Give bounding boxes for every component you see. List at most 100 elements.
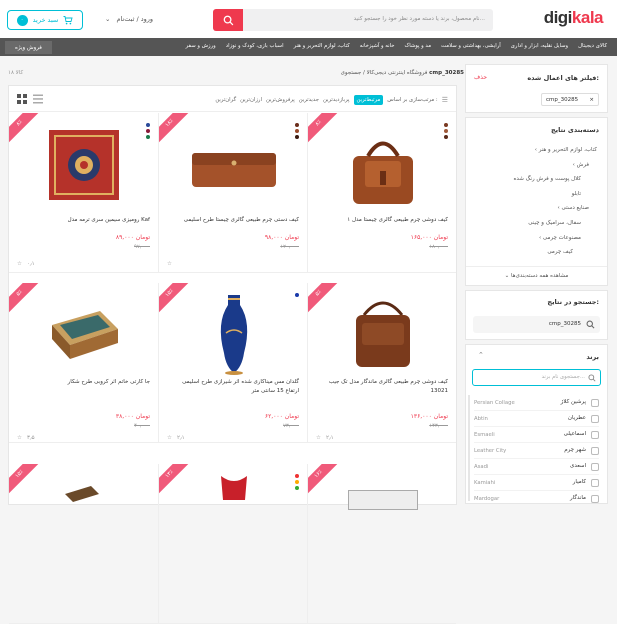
product-image-leather-bag[interactable] [343, 131, 423, 211]
nav-item[interactable]: ورزش و سفر [186, 43, 216, 49]
discount-badge: ۱۵٪ [9, 464, 43, 498]
close-icon[interactable]: × [589, 97, 594, 103]
product-image-tablecloth[interactable] [47, 128, 121, 202]
product-card[interactable]: ۸٪ کیف دوشی چرم طبیعی گالری چیستا مدل ۱ … [307, 113, 456, 273]
product-image-wallet[interactable] [184, 143, 284, 198]
category-item-label: کیف چرمی [547, 249, 573, 256]
category-item[interactable]: ‹ فرش [513, 158, 589, 173]
category-item[interactable]: ‹ کتاب، لوازم التحریر و هنر [513, 143, 597, 158]
category-item[interactable]: ‹ صنایع دستی [513, 201, 589, 216]
search-input[interactable]: نام محصول، برند یا دسته مورد نظر خود را … [354, 16, 485, 22]
brand-scrollbar[interactable] [468, 395, 470, 501]
sort-option-cheapest[interactable]: ارزان‌ترین [240, 97, 262, 103]
star-icon: ☆ [167, 261, 172, 267]
show-all-categories[interactable]: ⌄ مشاهده همه دسته‌بندی‌ها [466, 266, 607, 285]
breadcrumb-store[interactable]: فروشگاه اینترنتی دیجی‌کالا [367, 70, 428, 76]
product-title[interactable]: کیف دستی چرم طبیعی گالری چیستا طرح اسلیم… [167, 216, 299, 225]
category-item[interactable]: کیف چرمی [513, 245, 573, 260]
product-title[interactable]: کیف دوشی چرم طبیعی گالری ماندگار مدل تک … [316, 378, 448, 396]
search-icon [588, 374, 596, 382]
product-title[interactable]: رومیزی سیمین سری ترمه مدل Kaf [17, 216, 150, 225]
grid-view-icon[interactable] [17, 94, 27, 104]
sort-option-most-expensive[interactable]: گران‌ترین [215, 97, 236, 103]
brand-option[interactable]: Persian Collage پرشین کلاژ [474, 395, 599, 411]
sort-option-newest[interactable]: جدیدترین [299, 97, 319, 103]
nav-item[interactable]: اسباب بازی، کودک و نوزاد [226, 43, 284, 49]
brand-en: Persian Collage [474, 399, 515, 406]
category-item[interactable]: ‹ مصنوعات چرمی [513, 231, 581, 246]
product-price: ۱۳۶,۰۰۰ تومان [410, 413, 448, 420]
breadcrumb: فروشگاه اینترنتی دیجی‌کالا / جستجوی cmp_… [341, 70, 464, 76]
product-card[interactable]: ۵٪ کیف دوشی چرم طبیعی گالری ماندگار مدل … [307, 283, 456, 443]
product-image-vase[interactable] [214, 293, 254, 375]
login-link[interactable]: ⌄ ورود / ثبت‌نام [105, 15, 153, 23]
product-footer: ☆ ۲٫۱ [316, 435, 334, 441]
search-button[interactable] [213, 9, 243, 31]
product-card[interactable]: ۱۵٪ گلدان مس میناکاری شده اثر شیرازی طرح… [158, 283, 307, 443]
special-sale-button[interactable]: فروش ویژه [5, 41, 52, 54]
category-item[interactable]: تابلو [513, 187, 581, 202]
nav-item[interactable]: مد و پوشاک [404, 43, 431, 49]
list-view-icon[interactable] [33, 94, 43, 104]
product-card[interactable]: ۱۵٪ [9, 464, 158, 624]
product-card[interactable]: ۱۶٪ [307, 464, 456, 624]
product-image[interactable] [348, 490, 418, 510]
remove-filters-link[interactable]: حذف [474, 74, 487, 81]
brand-checkbox[interactable] [591, 398, 599, 407]
filter-chip[interactable]: cmp_30285 × [541, 93, 599, 106]
category-item-label: صنایع دستی [561, 205, 589, 212]
product-image[interactable] [61, 484, 101, 502]
sort-option-most-viewed[interactable]: پربازدیدترین [323, 97, 350, 103]
category-item-label: مصنوعات چرمی [542, 234, 581, 241]
nav-item[interactable]: خانه و آشپزخانه [360, 43, 395, 49]
brand-option[interactable]: Leather City شهر چرم [474, 443, 599, 459]
brand-search-input[interactable]: جستجوی نام برند... [472, 369, 601, 386]
discount-badge: ۵٪ [308, 283, 342, 317]
brand-en: Asadi [474, 463, 489, 470]
category-item-label: فرش [576, 161, 589, 168]
nav-item[interactable]: کالای دیجیتال [578, 43, 607, 49]
brand-option[interactable]: Asadi اسعدی [474, 459, 599, 475]
brand-checkbox[interactable] [591, 414, 599, 423]
brand-checkbox[interactable] [591, 462, 599, 471]
sort-option-relevant[interactable]: مرتبط‌ترین [353, 95, 384, 105]
category-item[interactable]: سفال، سرامیک و چینی [513, 216, 581, 231]
discount-badge: ۸٪ [308, 113, 342, 147]
brand-checkbox[interactable] [591, 495, 599, 503]
product-image-card-holder[interactable] [44, 303, 124, 365]
brand-en: Kamiahi [474, 479, 496, 486]
product-card[interactable]: ۱۴٪ [158, 464, 307, 624]
product-price: ۸۹,۰۰۰ تومان [115, 234, 150, 241]
cart-button[interactable]: ۰ سبد خرید [7, 10, 83, 30]
product-title[interactable]: کیف دوشی چرم طبیعی گالری چیستا مدل ۱ [316, 216, 448, 225]
product-title[interactable]: جا کارتی خاتم اثر کروبی طرح شکار [17, 378, 150, 387]
category-item[interactable]: کلال پوست و فرش رنگ شده [513, 172, 581, 187]
star-icon: ☆ [316, 435, 321, 441]
color-swatch [146, 123, 150, 127]
brand-checkbox[interactable] [591, 478, 599, 487]
product-image[interactable] [217, 472, 251, 502]
brand-filter-box: برند ⌃ جستجوی نام برند... Persian Collag… [465, 344, 608, 504]
search-in-results-input[interactable]: cmp_30285 [473, 316, 600, 333]
product-old-price: ۷۳,۰۰۰ [283, 423, 299, 429]
brand-option[interactable]: Esmaeli اسماعیلی [474, 427, 599, 443]
breadcrumb-query-label: جستجوی [340, 70, 362, 76]
product-title[interactable]: گلدان مس میناکاری شده اثر شیرازی طرح اسل… [167, 378, 299, 396]
product-card[interactable]: ۸٪ رومیزی سیمین سری ترمه مدل Kaf ۸۹,۰۰۰ … [9, 113, 158, 273]
product-image-shoulder-bag[interactable] [346, 295, 420, 373]
nav-item[interactable]: کتاب، لوازم التحریر و هنر [294, 43, 350, 49]
chevron-up-icon[interactable]: ⌃ [478, 351, 484, 359]
brand-option[interactable]: Abtin عطریان [474, 411, 599, 427]
brand-checkbox[interactable] [591, 446, 599, 455]
color-swatch [295, 486, 299, 490]
product-card[interactable]: ۱۸٪ کیف دستی چرم طبیعی گالری چیستا طرح ا… [158, 113, 307, 273]
nav-item[interactable]: آرایشی، بهداشتی و سلامت [441, 43, 501, 49]
product-card[interactable]: ۵٪ جا کارتی خاتم اثر کروبی طرح شکار ۳۸,۰… [9, 283, 158, 443]
sort-option-best-selling[interactable]: پرفروش‌ترین [266, 97, 295, 103]
nav-item[interactable]: وسایل نقلیه، ابزار و اداری [511, 43, 568, 49]
brand-option[interactable]: Mardogar ماندگار [474, 491, 599, 507]
search-bar[interactable]: نام محصول، برند یا دسته مورد نظر خود را … [213, 9, 493, 31]
logo[interactable]: digikala [544, 8, 604, 28]
brand-option[interactable]: Kamiahi کامیار [474, 475, 599, 491]
brand-checkbox[interactable] [591, 430, 599, 439]
